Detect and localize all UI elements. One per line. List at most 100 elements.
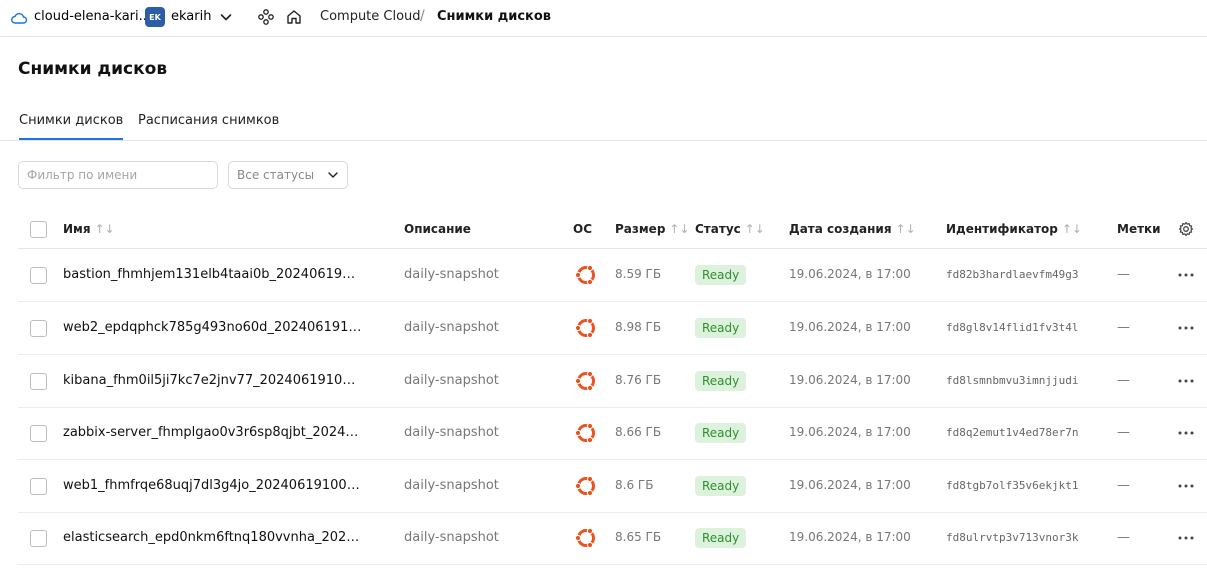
snapshot-id: fd8tgb7olf35v6ekjkt1 [946, 479, 1079, 492]
snapshot-description: daily-snapshot [404, 478, 499, 493]
breadcrumb-current: Снимки дисков [437, 9, 552, 24]
top-bar: cloud-elena-kari... EK ekarih Compute Cl… [0, 0, 1207, 37]
ubuntu-icon [574, 264, 595, 286]
more-actions-icon[interactable] [1175, 476, 1197, 496]
ubuntu-icon [574, 370, 595, 392]
breadcrumb-service[interactable]: Compute Cloud [320, 9, 421, 24]
snapshot-created: 19.06.2024, в 17:00 [789, 425, 911, 439]
snapshot-name[interactable]: kibana_fhm0il5ji7kc7e2jnv77_202406191000… [63, 373, 363, 388]
snapshot-labels: — [1117, 373, 1130, 388]
snapshot-labels: — [1117, 320, 1130, 335]
more-actions-icon[interactable] [1175, 318, 1197, 338]
table-row[interactable]: web1_fhmfrqe68uqj7dl3g4jo_202406191000_n… [18, 460, 1207, 513]
status-badge: Ready [695, 371, 747, 391]
more-actions-icon[interactable] [1175, 265, 1197, 285]
folder-selector[interactable]: ekarih [171, 9, 211, 24]
snapshot-created: 19.06.2024, в 17:00 [789, 320, 911, 334]
ubuntu-icon [574, 422, 595, 444]
row-checkbox[interactable] [30, 478, 47, 495]
snapshot-size: 8.76 ГБ [615, 373, 662, 387]
name-filter-input[interactable] [18, 161, 218, 189]
snapshot-created: 19.06.2024, в 17:00 [789, 478, 911, 492]
snapshot-id: fd8ulrvtp3v713vnor3k [946, 531, 1079, 544]
row-checkbox[interactable] [30, 425, 47, 442]
column-header-id[interactable]: Идентификатор ↑↓ [946, 222, 1082, 236]
snapshot-name[interactable]: web2_epdqphck785g493no60d_202406191000_j… [63, 320, 363, 335]
table-header: Имя ↑↓ Описание ОС Размер ↑↓ Статус ↑↓ Дата… [18, 210, 1207, 249]
select-all-checkbox[interactable] [30, 221, 47, 238]
column-header-created[interactable]: Дата создания ↑↓ [789, 222, 916, 236]
more-actions-icon[interactable] [1175, 371, 1197, 391]
snapshot-labels: — [1117, 267, 1130, 282]
column-header-size[interactable]: Размер ↑↓ [615, 222, 690, 236]
snapshot-size: 8.66 ГБ [615, 425, 662, 439]
sort-icon: ↑↓ [1061, 222, 1082, 236]
status-filter-value: Все статусы [237, 168, 315, 182]
chevron-down-icon[interactable] [218, 9, 234, 25]
snapshot-description: daily-snapshot [404, 267, 499, 282]
more-actions-icon[interactable] [1175, 528, 1197, 548]
snapshot-description: daily-snapshot [404, 425, 499, 440]
status-badge: Ready [695, 528, 747, 548]
row-checkbox[interactable] [30, 320, 47, 337]
sort-icon: ↑↓ [744, 222, 765, 236]
snapshot-size: 8.98 ГБ [615, 320, 662, 334]
sort-icon: ↑↓ [669, 222, 690, 236]
status-badge: Ready [695, 318, 747, 338]
column-header-labels: Метки [1117, 222, 1161, 236]
snapshot-description: daily-snapshot [404, 320, 499, 335]
snapshot-name[interactable]: bastion_fhmhjem131elb4taai0b_20240619100… [63, 267, 363, 282]
snapshot-labels: — [1117, 530, 1130, 545]
tabs: Снимки дисков Расписания снимков [0, 108, 1207, 141]
page-title: Снимки дисков [18, 59, 168, 79]
ubuntu-icon [574, 317, 595, 339]
column-header-description: Описание [404, 222, 471, 236]
row-checkbox[interactable] [30, 530, 47, 547]
snapshot-created: 19.06.2024, в 17:00 [789, 530, 911, 544]
folder-avatar: EK [145, 7, 165, 27]
snapshot-created: 19.06.2024, в 17:00 [789, 373, 911, 387]
snapshot-size: 8.6 ГБ [615, 478, 654, 492]
snapshot-description: daily-snapshot [404, 373, 499, 388]
snapshot-labels: — [1117, 425, 1130, 440]
chevron-down-icon [328, 172, 338, 178]
table-row[interactable]: zabbix-server_fhmplgao0v3r6sp8qjbt_20240… [18, 407, 1207, 460]
row-checkbox[interactable] [30, 267, 47, 284]
table-row[interactable]: kibana_fhm0il5ji7kc7e2jnv77_202406191000… [18, 355, 1207, 408]
snapshot-labels: — [1117, 478, 1130, 493]
snapshot-size: 8.65 ГБ [615, 530, 662, 544]
column-header-status[interactable]: Статус ↑↓ [695, 222, 765, 236]
status-badge: Ready [695, 423, 747, 443]
cloud-selector[interactable]: cloud-elena-kari... [34, 9, 151, 24]
services-icon[interactable] [257, 8, 275, 26]
table-row[interactable]: elasticsearch_epd0nkm6ftnq180vvnha_20240… [18, 512, 1207, 565]
snapshot-id: fd82b3hardlaevfm49g3 [946, 268, 1079, 281]
status-badge: Ready [695, 476, 747, 496]
cloud-icon [11, 13, 28, 24]
breadcrumb-separator: / [420, 8, 425, 24]
ubuntu-icon [574, 527, 595, 549]
snapshot-id: fd8lsmnbmvu3imnjjudi [946, 374, 1079, 387]
gear-icon[interactable] [1178, 221, 1194, 237]
ubuntu-icon [574, 475, 595, 497]
status-filter-select[interactable]: Все статусы [228, 161, 348, 189]
sort-icon: ↑↓ [94, 222, 115, 236]
snapshot-name[interactable]: zabbix-server_fhmplgao0v3r6sp8qjbt_20240… [63, 425, 363, 440]
status-badge: Ready [695, 265, 747, 285]
table-row[interactable]: bastion_fhmhjem131elb4taai0b_20240619100… [18, 249, 1207, 302]
column-header-name[interactable]: Имя ↑↓ [63, 222, 115, 236]
snapshot-description: daily-snapshot [404, 530, 499, 545]
snapshot-name[interactable]: elasticsearch_epd0nkm6ftnq180vvnha_20240… [63, 530, 363, 545]
column-header-os: ОС [573, 222, 593, 236]
home-icon[interactable] [285, 8, 303, 26]
tab-disk-snapshots[interactable]: Снимки дисков [19, 113, 124, 140]
row-checkbox[interactable] [30, 373, 47, 390]
snapshot-id: fd8gl8v14flid1fv3t4l [946, 321, 1079, 334]
snapshot-size: 8.59 ГБ [615, 267, 662, 281]
snapshot-created: 19.06.2024, в 17:00 [789, 267, 911, 281]
table-row[interactable]: web2_epdqphck785g493no60d_202406191000_j… [18, 302, 1207, 355]
snapshot-id: fd8q2emut1v4ed78er7n [946, 426, 1079, 439]
tab-snapshot-schedules[interactable]: Расписания снимков [138, 113, 279, 138]
more-actions-icon[interactable] [1175, 423, 1197, 443]
snapshot-name[interactable]: web1_fhmfrqe68uqj7dl3g4jo_202406191000_n… [63, 478, 363, 493]
